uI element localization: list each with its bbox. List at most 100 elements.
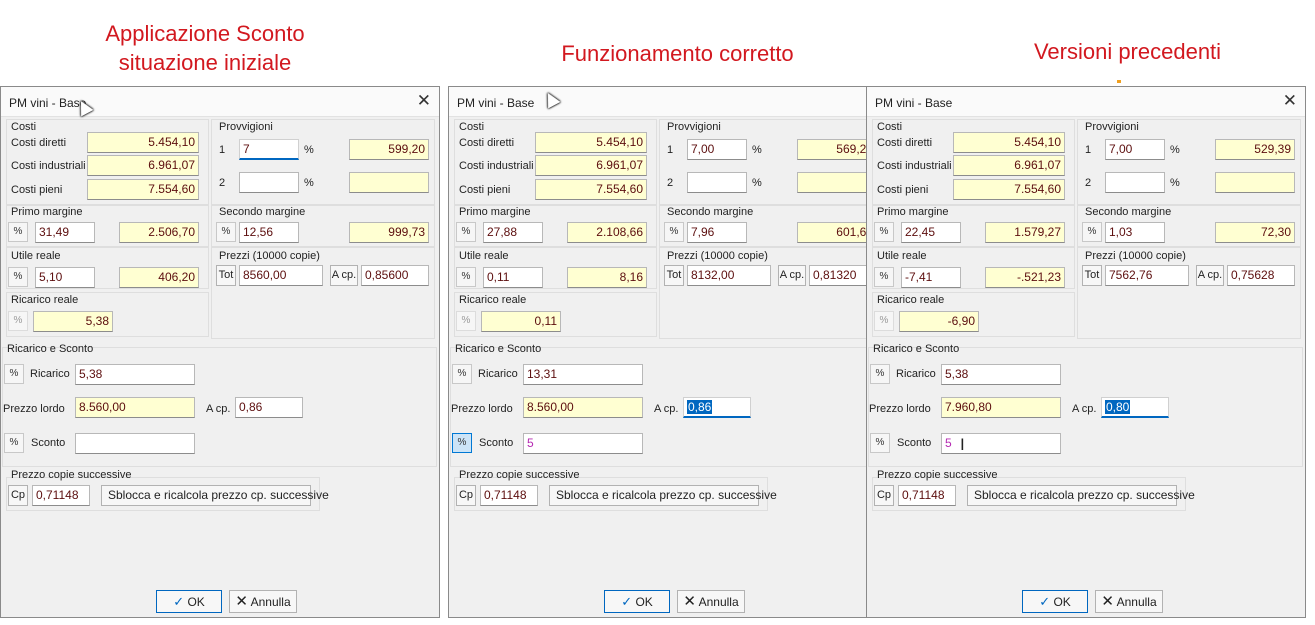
prezzo-lordo-field[interactable]: 8.560,00	[523, 397, 643, 418]
sm-pct-field[interactable]: 12,56	[239, 222, 299, 243]
costi-industriali-field[interactable]: 6.961,07	[535, 155, 647, 176]
rr-percent-button[interactable]: %	[8, 311, 28, 331]
ok-button[interactable]: ✓ OK	[156, 590, 222, 613]
costi-industriali-field[interactable]: 6.961,07	[87, 155, 199, 176]
ricarico-field[interactable]: 13,31	[523, 364, 643, 385]
pm-value-field[interactable]: 2.506,70	[119, 222, 199, 243]
prov2-pct-field[interactable]	[1105, 172, 1165, 193]
sm-percent-button[interactable]: %	[664, 222, 684, 242]
sm-percent-button[interactable]: %	[216, 222, 236, 242]
ricarico-reale-field[interactable]: -6,90	[899, 311, 979, 332]
sm-value-field[interactable]: 999,73	[349, 222, 429, 243]
pm-percent-button[interactable]: %	[8, 222, 28, 242]
ur-percent-button[interactable]: %	[874, 267, 894, 287]
acp2-field[interactable]: 0,86	[683, 397, 751, 418]
close-icon[interactable]: ✕	[417, 92, 431, 109]
sm-value-field[interactable]: 72,30	[1215, 222, 1295, 243]
ok-button[interactable]: ✓ OK	[1022, 590, 1088, 613]
sconto-field[interactable]	[75, 433, 195, 454]
tot-button[interactable]: Tot	[664, 265, 684, 286]
tot-button[interactable]: Tot	[1082, 265, 1102, 286]
ur-percent-button[interactable]: %	[8, 267, 28, 287]
acp-field[interactable]: 0,85600	[361, 265, 429, 286]
pm-percent-button[interactable]: %	[456, 222, 476, 242]
ricarico-percent-button[interactable]: %	[4, 364, 24, 384]
sconto-percent-button[interactable]: %	[870, 433, 890, 453]
sblocca-button[interactable]: Sblocca e ricalcola prezzo cp. successiv…	[549, 485, 777, 506]
prov1-pct-field[interactable]: 7,00	[1105, 139, 1165, 160]
acp-button[interactable]: A cp.	[330, 265, 358, 286]
sm-pct-field[interactable]: 1,03	[1105, 222, 1165, 243]
ur-percent-button[interactable]: %	[456, 267, 476, 287]
ok-button[interactable]: ✓ OK	[604, 590, 670, 613]
prov1-value-field[interactable]: 599,20	[349, 139, 429, 160]
costi-pieni-field[interactable]: 7.554,60	[535, 179, 647, 200]
ur-value-field[interactable]: 8,16	[567, 267, 647, 288]
prov1-value-field[interactable]: 569,24	[797, 139, 877, 160]
sblocca-button[interactable]: Sblocca e ricalcola prezzo cp. successiv…	[967, 485, 1195, 506]
prov1-value-field[interactable]: 529,39	[1215, 139, 1295, 160]
rr-percent-button[interactable]: %	[874, 311, 894, 331]
ur-pct-field[interactable]: 5,10	[35, 267, 95, 288]
ur-value-field[interactable]: -.521,23	[985, 267, 1065, 288]
tot-button[interactable]: Tot	[216, 265, 236, 286]
costi-diretti-field[interactable]: 5.454,10	[535, 132, 647, 153]
pm-pct-field[interactable]: 22,45	[901, 222, 961, 243]
costi-pieni-field[interactable]: 7.554,60	[87, 179, 199, 200]
prov2-value-field[interactable]	[797, 172, 877, 193]
tot-field[interactable]: 7562,76	[1105, 265, 1189, 286]
costi-diretti-field[interactable]: 5.454,10	[87, 132, 199, 153]
acp-button[interactable]: A cp.	[778, 265, 806, 286]
acp2-field[interactable]: 0,80	[1101, 397, 1169, 418]
ur-pct-field[interactable]: 0,11	[483, 267, 543, 288]
acp-button[interactable]: A cp.	[1196, 265, 1224, 286]
sm-pct-field[interactable]: 7,96	[687, 222, 747, 243]
cp-field[interactable]: 0,71148	[480, 485, 538, 506]
ricarico-reale-field[interactable]: 0,11	[481, 311, 561, 332]
annulla-button[interactable]: ✕ Annulla	[1095, 590, 1163, 613]
prov2-pct-field[interactable]	[687, 172, 747, 193]
pm-pct-field[interactable]: 31,49	[35, 222, 95, 243]
prezzo-lordo-field[interactable]: 7.960,80	[941, 397, 1061, 418]
annulla-button[interactable]: ✕ Annulla	[677, 590, 745, 613]
pm-value-field[interactable]: 1.579,27	[985, 222, 1065, 243]
ricarico-field[interactable]: 5,38	[75, 364, 195, 385]
prov1-pct-field[interactable]: 7,00	[687, 139, 747, 160]
pm-pct-field[interactable]: 27,88	[483, 222, 543, 243]
tot-field[interactable]: 8132,00	[687, 265, 771, 286]
pm-value-field[interactable]: 2.108,66	[567, 222, 647, 243]
costi-industriali-field[interactable]: 6.961,07	[953, 155, 1065, 176]
sconto-percent-button[interactable]: %	[452, 433, 472, 453]
costi-diretti-field[interactable]: 5.454,10	[953, 132, 1065, 153]
sconto-field[interactable]: 5	[523, 433, 643, 454]
prov1-pct-field[interactable]: 7	[239, 139, 299, 160]
tot-field[interactable]: 8560,00	[239, 265, 323, 286]
ur-pct-field[interactable]: -7,41	[901, 267, 961, 288]
cp-button[interactable]: Cp	[874, 485, 894, 506]
annulla-button[interactable]: ✕ Annulla	[229, 590, 297, 613]
prov2-pct-field[interactable]	[239, 172, 299, 193]
sm-value-field[interactable]: 601,69	[797, 222, 877, 243]
prezzo-lordo-field[interactable]: 8.560,00	[75, 397, 195, 418]
costi-pieni-field[interactable]: 7.554,60	[953, 179, 1065, 200]
close-icon[interactable]: ✕	[1283, 92, 1297, 109]
ur-value-field[interactable]: 406,20	[119, 267, 199, 288]
cp-field[interactable]: 0,71148	[32, 485, 90, 506]
ricarico-field[interactable]: 5,38	[941, 364, 1061, 385]
prov2-value-field[interactable]	[1215, 172, 1295, 193]
rr-percent-button[interactable]: %	[456, 311, 476, 331]
ricarico-reale-field[interactable]: 5,38	[33, 311, 113, 332]
acp-field[interactable]: 0,75628	[1227, 265, 1295, 286]
sm-percent-button[interactable]: %	[1082, 222, 1102, 242]
acp2-field[interactable]: 0,86	[235, 397, 303, 418]
ricarico-percent-button[interactable]: %	[452, 364, 472, 384]
ricarico-percent-button[interactable]: %	[870, 364, 890, 384]
sconto-field[interactable]: 5	[941, 433, 1061, 454]
sconto-percent-button[interactable]: %	[4, 433, 24, 453]
prov2-value-field[interactable]	[349, 172, 429, 193]
cp-field[interactable]: 0,71148	[898, 485, 956, 506]
cp-button[interactable]: Cp	[8, 485, 28, 506]
sblocca-button[interactable]: Sblocca e ricalcola prezzo cp. successiv…	[101, 485, 329, 506]
pm-percent-button[interactable]: %	[874, 222, 894, 242]
cp-button[interactable]: Cp	[456, 485, 476, 506]
